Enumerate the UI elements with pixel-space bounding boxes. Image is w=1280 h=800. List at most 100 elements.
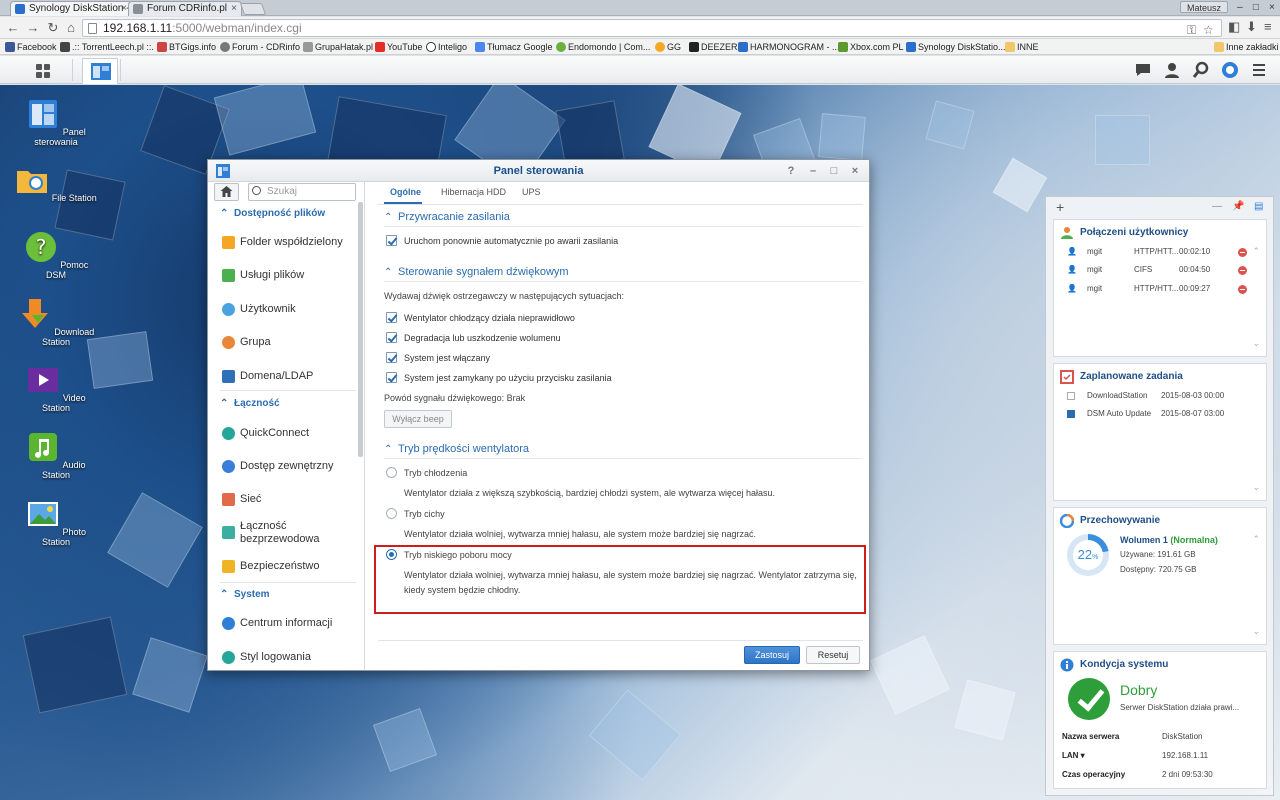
sidebar-item-external-access[interactable]: Dostęp zewnętrzny bbox=[222, 460, 356, 473]
browser-tab-cdrinfo[interactable]: Forum CDRinfo.pl × bbox=[128, 1, 242, 16]
sidebar-item-user[interactable]: Użytkownik bbox=[222, 303, 356, 316]
dsm-widgets-icon[interactable] bbox=[1221, 61, 1239, 79]
menu-icon[interactable]: ≡ bbox=[1264, 19, 1272, 34]
bookmark-item[interactable]: GG bbox=[655, 39, 681, 55]
radio-low-power-mode[interactable]: Tryb niskiego poboru mocy bbox=[386, 549, 512, 561]
bookmark-item[interactable]: Inteligo bbox=[426, 39, 467, 55]
user-icon[interactable] bbox=[1163, 61, 1181, 79]
sidebar-item-info-center[interactable]: Centrum informacji bbox=[222, 617, 356, 630]
add-widget-icon[interactable]: + bbox=[1056, 199, 1064, 215]
new-tab-button[interactable] bbox=[239, 3, 267, 15]
sidebar-item-network[interactable]: Sieć bbox=[222, 493, 356, 506]
sidebar-item-security[interactable]: Bezpieczeństwo bbox=[222, 560, 356, 573]
close-tab-icon[interactable]: × bbox=[121, 2, 127, 15]
close-icon[interactable]: × bbox=[848, 164, 862, 178]
minimize-window-icon[interactable]: – bbox=[1237, 2, 1243, 13]
bookmark-item[interactable]: Endomondo | Com... bbox=[556, 39, 650, 55]
tab-ups[interactable]: UPS bbox=[522, 187, 541, 197]
desktop-icon-download-station[interactable]: Download Station bbox=[14, 297, 98, 347]
desktop-icon-photo-station[interactable]: Photo Station bbox=[14, 497, 98, 547]
reload-icon[interactable]: ↻ bbox=[44, 19, 62, 37]
sidebar-item-login-style[interactable]: Styl logowania bbox=[222, 651, 356, 664]
chevron-down-icon[interactable]: ⌄ bbox=[1252, 482, 1260, 493]
desktop-icon-file-station[interactable]: File Station bbox=[14, 163, 98, 203]
back-icon[interactable]: ← bbox=[4, 19, 22, 37]
sidebar-group-system[interactable]: ⌃ System bbox=[220, 589, 270, 600]
sidebar-item-quickconnect[interactable]: QuickConnect bbox=[222, 427, 356, 440]
profile-badge[interactable]: Mateusz bbox=[1179, 1, 1228, 13]
home-button[interactable] bbox=[214, 183, 239, 201]
desktop-icon-dsm-help[interactable]: ? Pomoc DSM bbox=[14, 230, 98, 280]
chat-icon[interactable] bbox=[1134, 61, 1152, 79]
disconnect-icon[interactable] bbox=[1238, 285, 1247, 294]
tab-general[interactable]: Ogólne bbox=[390, 187, 421, 197]
bookmark-item[interactable]: DEEZER bbox=[689, 39, 738, 55]
download-icon[interactable]: ⬇ bbox=[1246, 19, 1257, 35]
options-icon[interactable] bbox=[1250, 61, 1268, 79]
maximize-icon[interactable]: □ bbox=[827, 164, 841, 178]
bookmark-item[interactable]: Facebook bbox=[5, 39, 57, 55]
section-beep-control[interactable]: ⌃ Sterowanie sygnałem dźwiękowym bbox=[384, 266, 569, 278]
task-checkbox[interactable] bbox=[1067, 392, 1075, 400]
chevron-down-icon[interactable]: ⌄ bbox=[1252, 626, 1260, 637]
desktop-icon-audio-station[interactable]: Audio Station bbox=[14, 430, 98, 480]
bookmark-item[interactable]: .:: TorrentLeech.pl ::. bbox=[60, 39, 154, 55]
main-menu-button[interactable] bbox=[26, 60, 60, 82]
bookmark-star-icon[interactable]: ☆ bbox=[1203, 22, 1214, 38]
disconnect-icon[interactable] bbox=[1238, 266, 1247, 275]
sidebar-item-domain-ldap[interactable]: Domena/LDAP bbox=[222, 370, 356, 383]
address-bar[interactable]: 192.168.1.11:5000/webman/index.cgi ⚿ ☆ bbox=[82, 19, 1222, 37]
bookmark-item[interactable]: Tłumacz Google bbox=[475, 39, 553, 55]
checkbox-fan-fault[interactable]: Wentylator chłodzący działa nieprawidłow… bbox=[386, 312, 575, 324]
disconnect-icon[interactable] bbox=[1238, 248, 1247, 257]
sidebar-item-shared-folder[interactable]: Folder współdzielony bbox=[222, 236, 356, 249]
checkbox-system-on[interactable]: System jest włączany bbox=[386, 352, 490, 364]
minimize-icon[interactable]: – bbox=[806, 164, 820, 178]
pin-icon[interactable]: 📌 bbox=[1232, 201, 1244, 212]
task-checkbox[interactable] bbox=[1067, 410, 1075, 418]
sidebar-item-file-services[interactable]: Usługi plików bbox=[222, 269, 356, 282]
tab-hdd-hibernation[interactable]: Hibernacja HDD bbox=[441, 187, 506, 197]
home-icon[interactable]: ⌂ bbox=[62, 19, 80, 37]
radio-cooling-mode[interactable]: Tryb chłodzenia bbox=[386, 467, 467, 479]
chevron-up-icon[interactable]: ⌃ bbox=[1252, 534, 1260, 545]
bookmark-item[interactable]: HARMONOGRAM - ... bbox=[738, 39, 840, 55]
close-window-icon[interactable]: × bbox=[1269, 2, 1275, 13]
section-power-recovery[interactable]: ⌃ Przywracanie zasilania bbox=[384, 211, 510, 223]
maximize-window-icon[interactable]: □ bbox=[1253, 2, 1259, 13]
bookmark-item[interactable]: Xbox.com PL bbox=[838, 39, 904, 55]
page-info-icon[interactable] bbox=[88, 23, 97, 34]
search-input[interactable]: Szukaj bbox=[248, 183, 356, 201]
bookmark-item[interactable]: Synology DiskStatio... bbox=[906, 39, 1006, 55]
widget-layout-icon[interactable]: ▤ bbox=[1254, 201, 1263, 212]
extension-icon[interactable]: ◧ bbox=[1228, 19, 1240, 35]
other-bookmarks[interactable]: Inne zakładki bbox=[1214, 39, 1279, 55]
sidebar-group-connectivity[interactable]: ⌃ Łączność bbox=[220, 398, 280, 409]
forward-icon[interactable]: → bbox=[24, 19, 42, 37]
checkbox-auto-restart[interactable]: Uruchom ponownie automatycznie po awarii… bbox=[386, 235, 618, 247]
bookmark-item[interactable]: YouTube bbox=[375, 39, 422, 55]
reset-button[interactable]: Resetuj bbox=[806, 646, 860, 664]
control-panel-task-button[interactable] bbox=[82, 58, 118, 84]
disable-beep-button[interactable]: Wyłącz beep bbox=[384, 410, 452, 428]
section-fan-speed[interactable]: ⌃ Tryb prędkości wentylatora bbox=[384, 443, 529, 455]
browser-tab-dsm[interactable]: Synology DiskStation - Di × bbox=[10, 1, 132, 16]
checkbox-volume-degraded[interactable]: Degradacja lub uszkodzenie wolumenu bbox=[386, 332, 561, 344]
chevron-up-icon[interactable]: ⌃ bbox=[1252, 246, 1260, 257]
bookmark-item[interactable]: Forum - CDRinfo bbox=[220, 39, 300, 55]
checkbox-system-shutdown[interactable]: System jest zamykany po użyciu przycisku… bbox=[386, 372, 612, 384]
minimize-widgets-icon[interactable]: — bbox=[1212, 201, 1222, 212]
sidebar-group-file-sharing[interactable]: ⌃ Dostępność plików bbox=[220, 208, 325, 219]
sidebar-scrollbar[interactable] bbox=[358, 202, 363, 457]
search-icon[interactable] bbox=[1192, 61, 1210, 79]
close-tab-icon[interactable]: × bbox=[231, 2, 237, 15]
bookmark-item[interactable]: BTGigs.info bbox=[157, 39, 216, 55]
apply-button[interactable]: Zastosuj bbox=[744, 646, 800, 664]
key-icon[interactable]: ⚿ bbox=[1187, 22, 1196, 38]
chevron-down-icon[interactable]: ⌄ bbox=[1252, 338, 1260, 349]
sidebar-item-wireless[interactable]: Łączność bezprzewodowa bbox=[222, 520, 356, 546]
bookmark-folder[interactable]: INNE bbox=[1005, 39, 1039, 55]
bookmark-item[interactable]: GrupaHatak.pl bbox=[303, 39, 373, 55]
window-title-bar[interactable]: Panel sterowania ? – □ × bbox=[208, 160, 869, 182]
radio-quiet-mode[interactable]: Tryb cichy bbox=[386, 508, 445, 520]
